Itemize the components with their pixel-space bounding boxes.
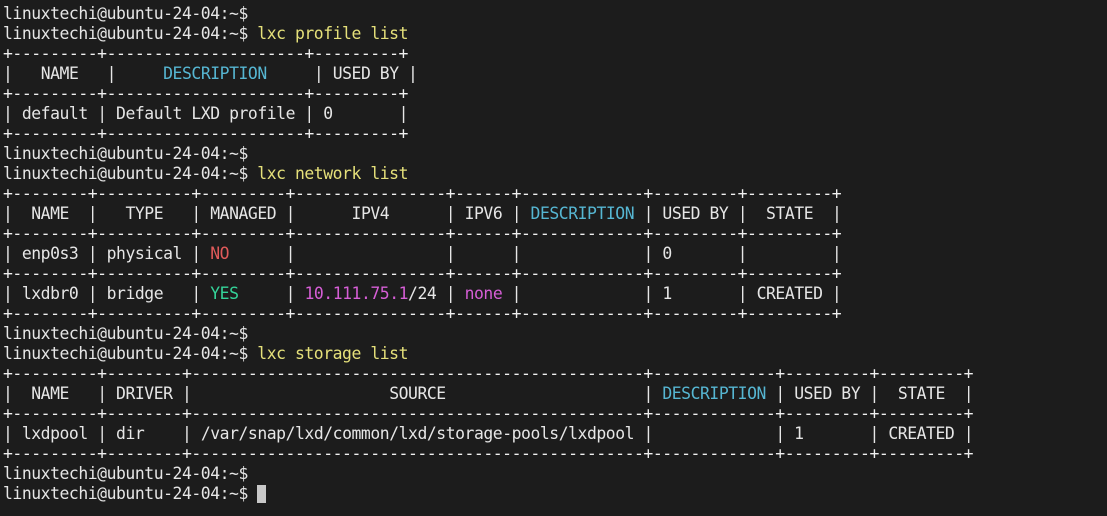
profile-table-header: | NAME | DESCRIPTION | USED BY | [3,64,418,83]
network-table-header: | NAME | TYPE | MANAGED | IPV4 | IPV6 | … [3,204,842,223]
cell-state: CREATED [888,424,955,443]
table-border: +--------+----------+---------+---------… [3,184,842,203]
command-storage-list: lxc storage list [257,344,408,363]
col-name: NAME [31,384,69,403]
prompt-line: linuxtechi@ubuntu-24-04:~$ [3,144,1107,164]
cell-managed: YES [210,284,239,303]
prompt-line: linuxtechi@ubuntu-24-04:~$ [3,4,1107,24]
cell-ipv4-address: 10.111.75.1 [304,284,409,303]
col-source: SOURCE [389,384,446,403]
prompt: linuxtechi@ubuntu-24-04:~$ [3,484,248,503]
command-line: linuxtechi@ubuntu-24-04:~$ lxc storage l… [3,344,1107,364]
prompt: linuxtechi@ubuntu-24-04:~$ [3,164,248,183]
table-border: +---------+---------------------+-------… [3,44,408,63]
table-border: +---------+--------+--------------------… [3,404,974,423]
cell-ipv4-mask: /24 [408,284,437,303]
col-state: STATE [766,204,814,223]
prompt-line: linuxtechi@ubuntu-24-04:~$ [3,464,1107,484]
prompt: linuxtechi@ubuntu-24-04:~$ [3,144,248,163]
cell-driver: dir [116,424,145,443]
col-description: DESCRIPTION [163,64,267,83]
cell-source: /var/snap/lxd/common/lxd/storage-pools/l… [200,424,635,443]
col-used-by: USED BY [662,204,729,223]
table-border: +--------+----------+---------+---------… [3,264,842,283]
active-prompt-line[interactable]: linuxtechi@ubuntu-24-04:~$ [3,484,1107,504]
prompt: linuxtechi@ubuntu-24-04:~$ [3,464,248,483]
cell-used-by: 1 [662,284,672,303]
col-name: NAME [40,64,79,83]
col-name: NAME [31,204,69,223]
cell-type: physical [106,244,183,263]
command-line: linuxtechi@ubuntu-24-04:~$ lxc profile l… [3,24,1107,44]
table-border: +---------+--------+--------------------… [3,444,974,463]
cell-name: lxdbr0 [21,284,79,303]
table-border: +---------+--------+--------------------… [3,364,974,383]
table-border: +---------+---------------------+-------… [3,124,408,143]
cell-name: lxdpool [21,424,88,443]
terminal-window[interactable]: linuxtechi@ubuntu-24-04:~$ linuxtechi@ub… [3,4,1107,516]
table-row: | lxdbr0 | bridge | YES | 10.111.75.1/24… [3,284,842,303]
cell-state: CREATED [756,284,823,303]
col-used-by: USED BY [332,64,399,83]
col-driver: DRIVER [116,384,173,403]
col-description: DESCRIPTION [530,204,635,223]
cell-name: enp0s3 [21,244,79,263]
cell-ipv6: none [464,284,503,303]
cell-used-by: 1 [794,424,804,443]
text-cursor[interactable] [257,485,267,503]
table-border: +--------+----------+---------+---------… [3,224,842,243]
col-ipv6: IPV6 [464,204,503,223]
table-border: +---------+---------------------+-------… [3,84,408,103]
command-profile-list: lxc profile list [257,24,408,43]
prompt: linuxtechi@ubuntu-24-04:~$ [3,4,248,23]
cell-type: bridge [106,284,164,303]
table-row: | default | Default LXD profile | 0 | [3,104,409,123]
col-managed: MANAGED [210,204,277,223]
col-ipv4: IPV4 [351,204,390,223]
cell-used-by: 0 [662,244,672,263]
cell-name: default [21,104,88,123]
cell-used-by: 0 [323,104,333,123]
table-row: | enp0s3 | physical | NO | | | | 0 | | [3,244,842,263]
col-used-by: USED BY [794,384,861,403]
col-description: DESCRIPTION [662,384,766,403]
table-border: +--------+----------+---------+---------… [3,304,842,323]
cell-managed: NO [210,244,230,263]
prompt: linuxtechi@ubuntu-24-04:~$ [3,324,248,343]
command-line: linuxtechi@ubuntu-24-04:~$ lxc network l… [3,164,1107,184]
table-row: | lxdpool | dir | /var/snap/lxd/common/l… [3,424,974,443]
cell-description: Default LXD profile [116,104,295,123]
prompt: linuxtechi@ubuntu-24-04:~$ [3,24,248,43]
col-state: STATE [897,384,946,403]
command-network-list: lxc network list [257,164,408,183]
storage-table-header: | NAME | DRIVER | SOURCE | DESCRIPTION |… [3,384,974,403]
col-type: TYPE [125,204,164,223]
prompt-line: linuxtechi@ubuntu-24-04:~$ [3,324,1107,344]
prompt: linuxtechi@ubuntu-24-04:~$ [3,344,248,363]
